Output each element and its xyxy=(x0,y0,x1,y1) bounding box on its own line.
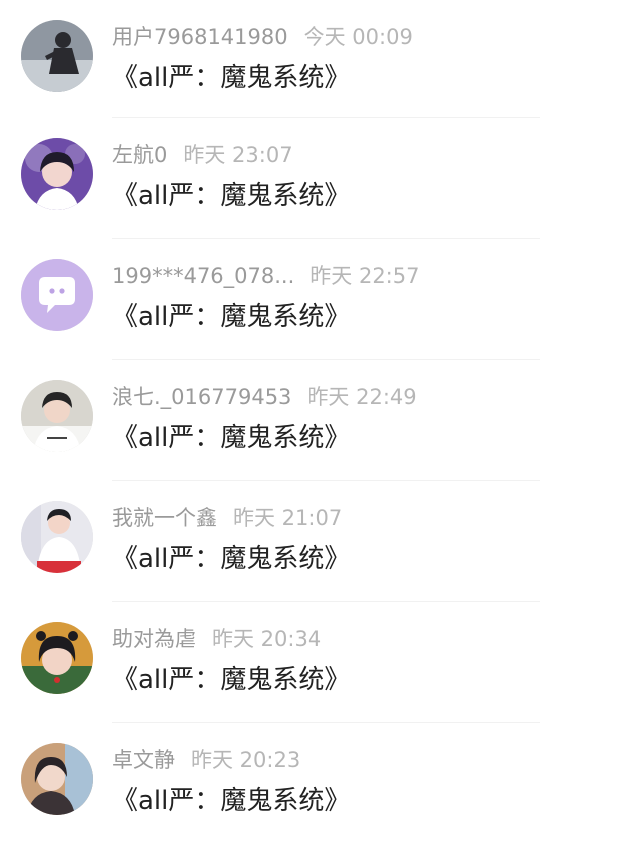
comment-meta: 199***476_078... 昨天 22:57 xyxy=(112,261,419,291)
comment-meta: 卓文静 昨天 20:23 xyxy=(112,745,300,775)
timestamp: 昨天 23:07 xyxy=(183,143,293,167)
avatar[interactable] xyxy=(21,622,93,694)
timestamp: 昨天 20:34 xyxy=(212,627,322,651)
user-avatar-icon xyxy=(21,380,93,452)
avatar[interactable] xyxy=(21,501,93,573)
comment-item: 助对為虐 昨天 20:34 《all严：魔鬼系统》 xyxy=(0,602,640,723)
comment-meta: 浪七._016779453 昨天 22:49 xyxy=(112,382,417,412)
avatar[interactable] xyxy=(21,138,93,210)
default-avatar-chat-bubble-icon xyxy=(21,259,93,331)
avatar[interactable] xyxy=(21,380,93,452)
comment-text: 《all严：魔鬼系统》 xyxy=(112,302,351,332)
username[interactable]: 浪七._016779453 xyxy=(112,385,291,409)
user-avatar-icon xyxy=(21,138,93,210)
comment-meta: 助对為虐 昨天 20:34 xyxy=(112,624,321,654)
avatar[interactable] xyxy=(21,259,93,331)
username[interactable]: 用户7968141980 xyxy=(112,25,288,49)
comment-item: 199***476_078... 昨天 22:57 《all严：魔鬼系统》 xyxy=(0,239,640,360)
user-avatar-icon xyxy=(21,20,93,92)
comment-item: 左航0 昨天 23:07 《all严：魔鬼系统》 xyxy=(0,118,640,239)
timestamp: 昨天 22:49 xyxy=(307,385,417,409)
comment-item: 卓文静 昨天 20:23 《all严：魔鬼系统》 xyxy=(0,723,640,844)
comment-text: 《all严：魔鬼系统》 xyxy=(112,423,351,453)
timestamp: 今天 00:09 xyxy=(303,25,413,49)
comment-item: 用户7968141980 今天 00:09 《all严：魔鬼系统》 xyxy=(0,0,640,118)
comment-item: 浪七._016779453 昨天 22:49 《all严：魔鬼系统》 xyxy=(0,360,640,481)
comment-text: 《all严：魔鬼系统》 xyxy=(112,665,351,695)
comment-text: 《all严：魔鬼系统》 xyxy=(112,544,351,574)
comment-text: 《all严：魔鬼系统》 xyxy=(112,181,351,211)
user-avatar-icon xyxy=(21,743,93,815)
timestamp: 昨天 21:07 xyxy=(233,506,343,530)
timestamp: 昨天 22:57 xyxy=(310,264,420,288)
comment-list: 用户7968141980 今天 00:09 《all严：魔鬼系统》 左航0 昨天 2… xyxy=(0,0,640,843)
user-avatar-icon xyxy=(21,501,93,573)
username[interactable]: 199***476_078... xyxy=(112,264,294,288)
avatar[interactable] xyxy=(21,20,93,92)
comment-meta: 左航0 昨天 23:07 xyxy=(112,140,293,170)
user-avatar-icon xyxy=(21,622,93,694)
comment-text: 《all严：魔鬼系统》 xyxy=(112,786,351,816)
comment-meta: 用户7968141980 今天 00:09 xyxy=(112,22,413,52)
comment-text: 《all严：魔鬼系统》 xyxy=(112,63,351,93)
username[interactable]: 卓文静 xyxy=(112,748,175,772)
avatar[interactable] xyxy=(21,743,93,815)
comment-meta: 我就一个鑫 昨天 21:07 xyxy=(112,503,342,533)
username[interactable]: 助对為虐 xyxy=(112,627,196,651)
timestamp: 昨天 20:23 xyxy=(191,748,301,772)
username[interactable]: 左航0 xyxy=(112,143,167,167)
comment-item: 我就一个鑫 昨天 21:07 《all严：魔鬼系统》 xyxy=(0,481,640,602)
username[interactable]: 我就一个鑫 xyxy=(112,506,217,530)
